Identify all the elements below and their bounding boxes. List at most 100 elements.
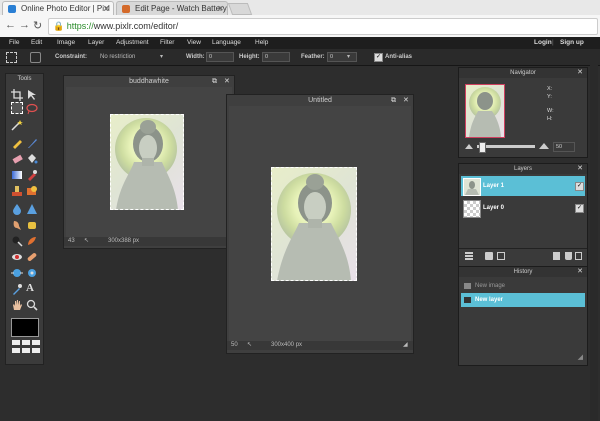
sharpen-tool-icon[interactable]: [26, 202, 38, 214]
close-tab-icon[interactable]: ✕: [217, 2, 224, 15]
close-panel-icon[interactable]: ✕: [577, 267, 583, 277]
foreground-color-swatch[interactable]: [11, 318, 39, 337]
width-input[interactable]: 0: [206, 52, 234, 62]
menu-layer[interactable]: Layer: [88, 37, 104, 49]
hand-tool-icon[interactable]: [11, 298, 23, 310]
pinch-tool-icon[interactable]: [26, 266, 38, 278]
sponge-tool-icon[interactable]: [26, 218, 38, 230]
close-window-icon[interactable]: ✕: [224, 76, 230, 87]
forward-arrow-icon[interactable]: →: [19, 19, 30, 31]
feather-dropdown-icon[interactable]: ▾: [347, 49, 350, 65]
red-eye-tool-icon[interactable]: [11, 250, 23, 262]
menu-view[interactable]: View: [187, 37, 201, 49]
menu-edit[interactable]: Edit: [31, 37, 42, 49]
layer-styles-icon[interactable]: [465, 252, 473, 260]
constraint-select[interactable]: No restriction: [100, 49, 135, 65]
login-link[interactable]: Login: [534, 37, 552, 49]
browser-tab-edit-page[interactable]: Edit Page - Watch Battery ✕: [116, 1, 228, 15]
menu-help[interactable]: Help: [255, 37, 268, 49]
canvas-area[interactable]: [66, 87, 232, 237]
document-window-buddhawhite[interactable]: buddhawhite ⧉ ✕ 43 ↖ 300x388 px: [63, 75, 235, 249]
canvas-area[interactable]: [229, 106, 411, 341]
grid-view-icon[interactable]: [32, 340, 40, 345]
spot-heal-tool-icon[interactable]: [26, 250, 38, 262]
rect-marquee-icon[interactable]: [6, 52, 17, 63]
resize-handle-icon[interactable]: ◢: [403, 341, 408, 350]
reload-icon[interactable]: ↻: [33, 19, 42, 32]
zoom-out-icon[interactable]: [465, 144, 473, 149]
zoom-slider-handle[interactable]: [479, 142, 486, 153]
blur-tool-icon[interactable]: [11, 202, 23, 215]
dodge-tool-icon[interactable]: [11, 234, 23, 247]
url-input[interactable]: 🔒 https://www.pixlr.com/editor/: [48, 18, 598, 35]
new-tab-button[interactable]: [227, 3, 253, 15]
feather-input[interactable]: 0: [327, 52, 357, 62]
stamp-tool-icon[interactable]: [11, 184, 23, 196]
layer-visibility-checkbox[interactable]: ✓: [575, 204, 584, 213]
signup-link[interactable]: Sign up: [560, 37, 584, 49]
zoom-tool-icon[interactable]: [26, 298, 38, 311]
close-tab-icon[interactable]: ✕: [103, 2, 110, 15]
menu-adjustment[interactable]: Adjustment: [116, 37, 149, 49]
navigator-preview[interactable]: [465, 84, 505, 138]
document-window-untitled[interactable]: Untitled ⧉ ✕ 50 ↖ 300x400 px ◢: [226, 94, 414, 354]
layer-row[interactable]: Layer 0 ✓: [461, 198, 585, 218]
grid-view-icon[interactable]: [12, 340, 20, 345]
smudge-tool-icon[interactable]: [11, 218, 23, 230]
antialias-checkbox[interactable]: ✓: [374, 53, 383, 62]
history-item-label: New layer: [475, 297, 504, 303]
close-panel-icon[interactable]: ✕: [577, 68, 583, 78]
grid-view-icon[interactable]: [32, 348, 40, 353]
menu-file[interactable]: File: [9, 37, 19, 49]
zoom-level[interactable]: 50: [231, 341, 238, 350]
navigator-zoom-input[interactable]: 50: [553, 142, 575, 152]
gradient-tool-icon[interactable]: [11, 168, 23, 180]
restore-window-icon[interactable]: ⧉: [212, 76, 217, 87]
layer-mask-icon[interactable]: [485, 252, 493, 260]
grid-view-icon[interactable]: [22, 348, 30, 353]
burn-tool-icon[interactable]: [26, 234, 38, 246]
bloat-tool-icon[interactable]: [11, 266, 23, 278]
resize-handle-icon[interactable]: ◢: [578, 353, 583, 361]
back-arrow-icon[interactable]: ←: [5, 19, 16, 31]
color-picker-tool-icon[interactable]: [11, 282, 23, 295]
zoom-in-icon[interactable]: [539, 143, 549, 149]
close-panel-icon[interactable]: ✕: [577, 164, 583, 174]
menu-language[interactable]: Language: [212, 37, 241, 49]
eraser-tool-icon[interactable]: [11, 152, 23, 164]
layer-settings-icon[interactable]: [575, 252, 582, 260]
trash-icon[interactable]: [565, 252, 572, 260]
menu-filter[interactable]: Filter: [160, 37, 174, 49]
workspace-scrollbar[interactable]: [590, 65, 598, 421]
window-status-bar: 43 ↖ 300x388 px: [64, 237, 234, 246]
zoom-level[interactable]: 43: [68, 237, 75, 246]
navigator-panel: Navigator ✕ X: Y: W: H: 50: [458, 67, 588, 158]
height-input[interactable]: 0: [262, 52, 290, 62]
pencil-tool-icon[interactable]: [11, 136, 23, 149]
lasso-tool-icon[interactable]: [26, 102, 38, 115]
crop-tool-icon[interactable]: [11, 88, 23, 101]
close-window-icon[interactable]: ✕: [403, 95, 409, 106]
chevron-down-icon[interactable]: ▾: [160, 49, 163, 65]
layer-row-selected[interactable]: Layer 1 ✓: [461, 176, 585, 196]
wand-tool-icon[interactable]: [11, 118, 23, 131]
brush-tool-icon[interactable]: [26, 136, 38, 148]
drawing-tool-icon[interactable]: [26, 184, 38, 196]
layer-visibility-checkbox[interactable]: ✓: [575, 182, 584, 191]
layer-group-icon[interactable]: [497, 252, 505, 260]
new-layer-icon[interactable]: [553, 252, 560, 260]
browser-tab-pixlr[interactable]: Online Photo Editor | Pixl ✕: [2, 1, 114, 15]
menu-image[interactable]: Image: [57, 37, 75, 49]
grid-view-icon[interactable]: [12, 348, 20, 353]
bucket-tool-icon[interactable]: [26, 152, 38, 164]
restore-window-icon[interactable]: ⧉: [391, 95, 396, 106]
type-tool-icon[interactable]: A: [26, 282, 38, 294]
move-tool-icon[interactable]: [26, 88, 38, 100]
grid-view-icon[interactable]: [22, 340, 30, 345]
marquee-tool-icon[interactable]: [11, 102, 23, 114]
history-item-selected[interactable]: New layer: [461, 293, 585, 307]
history-item[interactable]: New image: [461, 279, 585, 293]
selection-mode-icon[interactable]: [30, 52, 41, 63]
color-replace-tool-icon[interactable]: [26, 168, 38, 181]
image-dimensions: 300x388 px: [108, 238, 140, 244]
